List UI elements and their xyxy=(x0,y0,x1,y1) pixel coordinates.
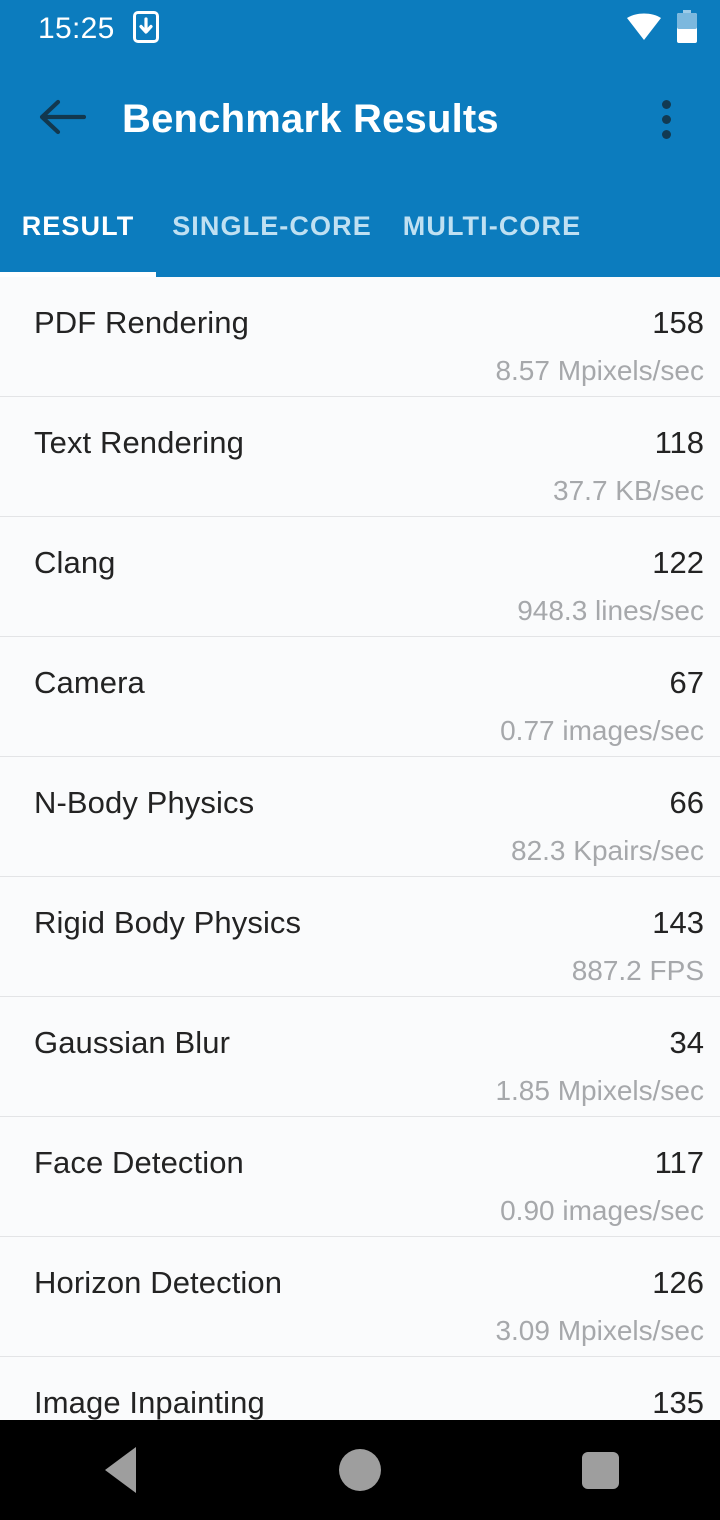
benchmark-name: N-Body Physics xyxy=(34,785,255,820)
benchmark-name: Clang xyxy=(34,545,116,580)
row-header: Rigid Body Physics 143 xyxy=(34,877,704,941)
benchmark-score: 126 xyxy=(652,1265,704,1300)
status-clock: 15:25 xyxy=(38,12,115,45)
row-header: Gaussian Blur 34 xyxy=(34,997,704,1061)
benchmark-score: 135 xyxy=(652,1385,704,1420)
benchmark-score: 143 xyxy=(652,905,704,940)
nav-back-button[interactable] xyxy=(60,1420,180,1520)
benchmark-score: 66 xyxy=(669,785,704,820)
benchmark-name: PDF Rendering xyxy=(34,305,249,340)
table-row[interactable]: Clang 122 948.3 lines/sec xyxy=(0,517,720,637)
row-header: PDF Rendering 158 xyxy=(34,277,704,341)
benchmark-name: Camera xyxy=(34,665,145,700)
tab-single-core[interactable]: SINGLE-CORE xyxy=(156,180,388,272)
benchmark-results-list[interactable]: PDF Rendering 158 8.57 Mpixels/sec Text … xyxy=(0,277,720,1420)
benchmark-name: Horizon Detection xyxy=(34,1265,283,1300)
table-row[interactable]: Camera 67 0.77 images/sec xyxy=(0,637,720,757)
table-row[interactable]: PDF Rendering 158 8.57 Mpixels/sec xyxy=(0,277,720,397)
benchmark-name: Gaussian Blur xyxy=(34,1025,231,1060)
overflow-menu-button[interactable] xyxy=(638,91,694,147)
benchmark-name: Text Rendering xyxy=(34,425,244,460)
table-row[interactable]: Image Inpainting 135 xyxy=(0,1357,720,1420)
benchmark-rate: 3.09 Mpixels/sec xyxy=(495,1315,704,1346)
phone-screen: 15:25 Benchmark Results RESULT SINGLE-CO… xyxy=(0,0,720,1520)
benchmark-rate: 948.3 lines/sec xyxy=(517,595,704,626)
benchmark-rate: 82.3 Kpairs/sec xyxy=(511,835,704,866)
more-vert-icon-dot3 xyxy=(661,129,671,139)
benchmark-score: 34 xyxy=(669,1025,704,1060)
row-header: Text Rendering 118 xyxy=(34,397,704,461)
tab-bar: RESULT SINGLE-CORE MULTI-CORE xyxy=(0,180,720,277)
benchmark-rate: 0.90 images/sec xyxy=(500,1195,704,1226)
table-row[interactable]: Horizon Detection 126 3.09 Mpixels/sec xyxy=(0,1237,720,1357)
benchmark-score: 67 xyxy=(669,665,704,700)
benchmark-rate: 8.57 Mpixels/sec xyxy=(495,355,704,386)
benchmark-score: 118 xyxy=(654,425,704,460)
more-vert-icon-dot2 xyxy=(661,114,671,124)
tab-result[interactable]: RESULT xyxy=(0,180,156,272)
nav-home-button[interactable] xyxy=(300,1420,420,1520)
table-row[interactable]: Rigid Body Physics 143 887.2 FPS xyxy=(0,877,720,997)
benchmark-score: 158 xyxy=(652,305,704,340)
square-recents-icon xyxy=(581,1451,619,1489)
row-header: Camera 67 xyxy=(34,637,704,701)
phone-download-icon xyxy=(132,10,159,48)
benchmark-rate: 37.7 KB/sec xyxy=(553,475,704,506)
status-right-icons xyxy=(626,9,698,49)
table-row[interactable]: N-Body Physics 66 82.3 Kpairs/sec xyxy=(0,757,720,877)
back-button[interactable] xyxy=(34,91,90,147)
circle-home-icon xyxy=(339,1449,381,1491)
benchmark-name: Image Inpainting xyxy=(34,1385,265,1420)
benchmark-score: 122 xyxy=(652,545,704,580)
arrow-back-icon xyxy=(38,97,87,142)
triangle-back-icon xyxy=(104,1447,136,1493)
row-header: Clang 122 xyxy=(34,517,704,581)
page-title: Benchmark Results xyxy=(122,96,499,141)
table-row[interactable]: Text Rendering 118 37.7 KB/sec xyxy=(0,397,720,517)
row-header: N-Body Physics 66 xyxy=(34,757,704,821)
wifi-icon xyxy=(626,13,662,46)
status-bar: 15:25 xyxy=(0,0,720,58)
row-header: Image Inpainting 135 xyxy=(34,1357,704,1420)
row-header: Face Detection 117 xyxy=(34,1117,704,1181)
benchmark-rate: 887.2 FPS xyxy=(571,955,704,986)
benchmark-rate: 1.85 Mpixels/sec xyxy=(495,1075,704,1106)
tab-multi-core[interactable]: MULTI-CORE xyxy=(388,180,596,272)
benchmark-name: Face Detection xyxy=(34,1145,244,1180)
benchmark-name: Rigid Body Physics xyxy=(34,905,302,940)
row-header: Horizon Detection 126 xyxy=(34,1237,704,1301)
table-row[interactable]: Gaussian Blur 34 1.85 Mpixels/sec xyxy=(0,997,720,1117)
table-row[interactable]: Face Detection 117 0.90 images/sec xyxy=(0,1117,720,1237)
status-left-icons xyxy=(132,10,159,48)
battery-icon xyxy=(676,9,698,49)
app-bar: Benchmark Results xyxy=(0,58,720,180)
benchmark-score: 117 xyxy=(654,1145,704,1180)
nav-recents-button[interactable] xyxy=(540,1420,660,1520)
android-nav-bar xyxy=(0,1420,720,1520)
benchmark-rate: 0.77 images/sec xyxy=(500,715,704,746)
more-vert-icon xyxy=(661,99,671,109)
